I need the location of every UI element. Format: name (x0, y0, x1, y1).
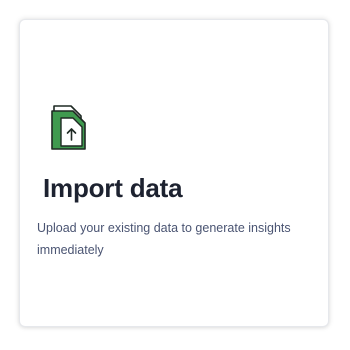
file-upload-icon (51, 104, 87, 150)
card-description: Upload your existing data to generate in… (37, 221, 291, 257)
card-title: Import data (43, 173, 183, 203)
import-data-card[interactable]: Import data Upload your existing data to… (19, 19, 329, 327)
